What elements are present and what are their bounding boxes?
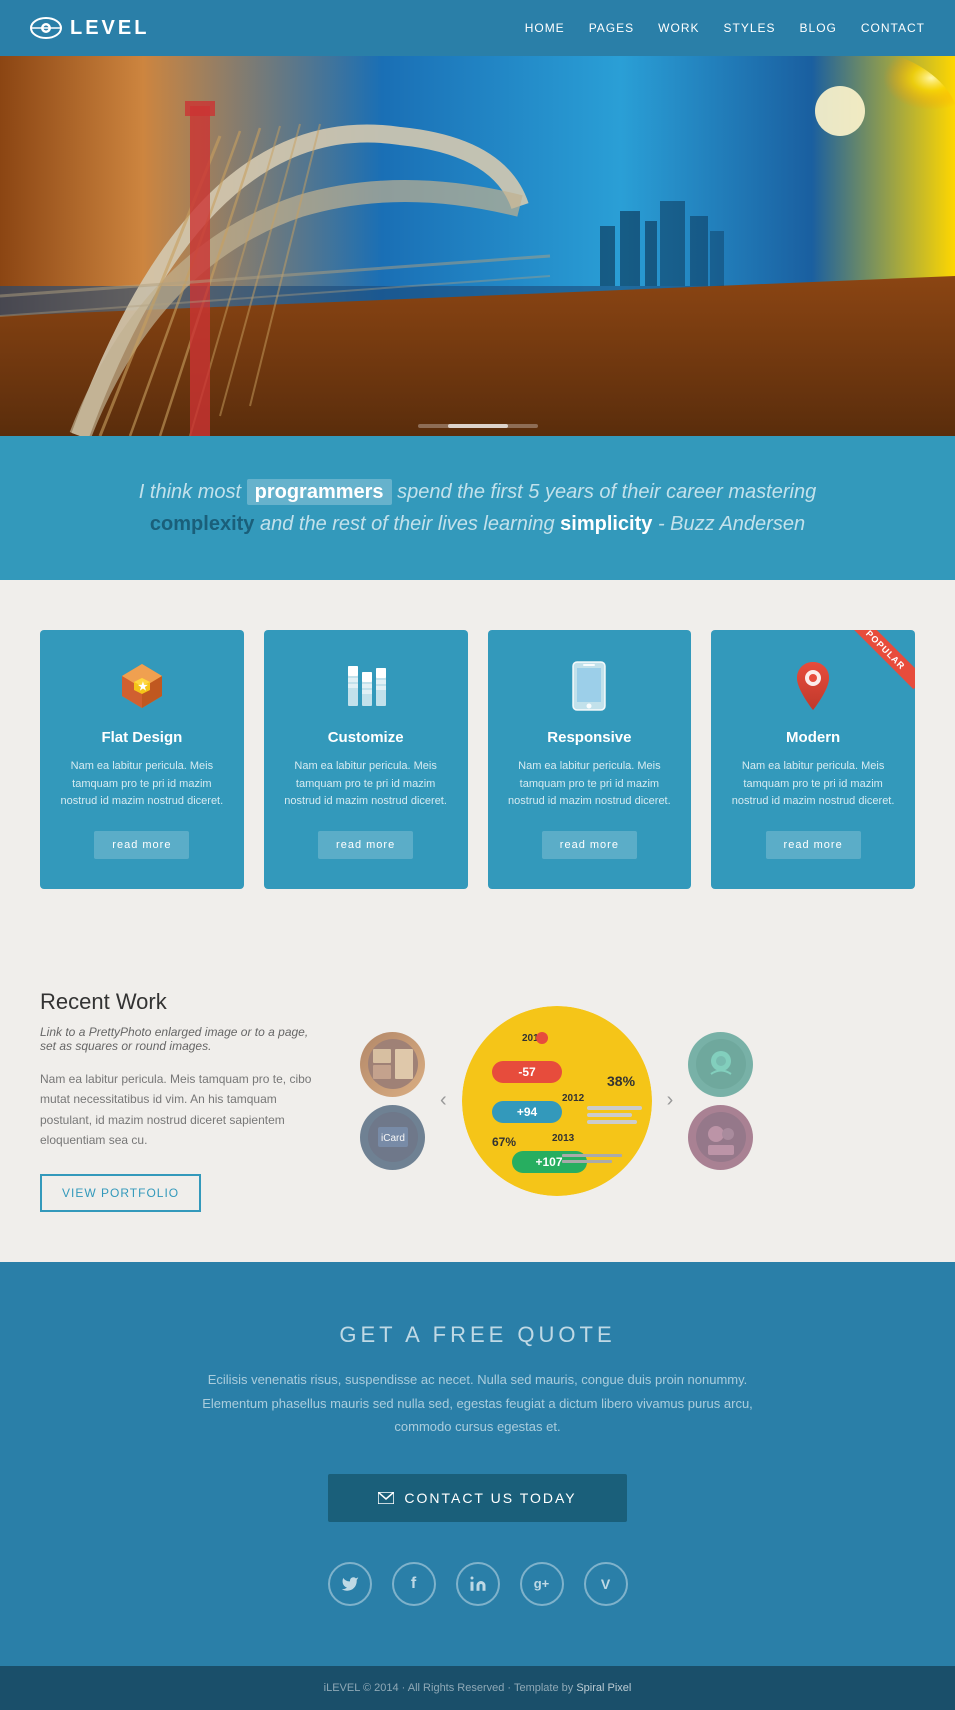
carousel-next-button[interactable]: ›	[662, 1084, 679, 1117]
feature-card-modern: Modern Nam ea labitur pericula. Meis tam…	[711, 630, 915, 889]
logo[interactable]: LEVEL	[30, 17, 149, 40]
footer: iLEVEL © 2014 · All Rights Reserved · Te…	[0, 1666, 955, 1710]
recent-work-desc: Nam ea labitur pericula. Meis tamquam pr…	[40, 1069, 320, 1151]
recent-work-subtitle: Link to a PrettyPhoto enlarged image or …	[40, 1025, 320, 1053]
twitter-social-icon[interactable]	[328, 1562, 372, 1606]
recent-work-section: Recent Work Link to a PrettyPhoto enlarg…	[0, 939, 955, 1263]
carousel-prev-button[interactable]: ‹	[435, 1084, 452, 1117]
nav-home[interactable]: HOME	[525, 21, 565, 35]
carousel-thumb-1[interactable]	[360, 1032, 425, 1097]
social-icons: f g+ V	[80, 1562, 875, 1606]
modern-read-more[interactable]: read more	[766, 831, 861, 859]
quote-text: I think most programmers spend the first…	[60, 476, 895, 540]
footer-author-link[interactable]: Spiral Pixel	[576, 1682, 631, 1694]
contact-us-today-button[interactable]: CONTACT US TODAY	[328, 1474, 626, 1522]
contact-btn-label: CONTACT US TODAY	[404, 1490, 576, 1506]
modern-desc: Nam ea labitur pericula. Meis tamquam pr…	[731, 758, 895, 811]
svg-text:2013: 2013	[552, 1133, 575, 1144]
customize-icon	[284, 660, 448, 717]
vimeo-social-icon[interactable]: V	[584, 1562, 628, 1606]
main-nav: HOME PAGES WORK STYLES BLOG CONTACT	[525, 21, 925, 35]
carousel-thumb-2[interactable]: iCard	[360, 1105, 425, 1170]
responsive-desc: Nam ea labitur pericula. Meis tamquam pr…	[508, 758, 672, 811]
customize-desc: Nam ea labitur pericula. Meis tamquam pr…	[284, 758, 448, 811]
free-quote-title: GET A FREE QUOTE	[80, 1322, 875, 1348]
quote-simplicity: simplicity	[560, 513, 652, 535]
flat-design-icon: ★	[60, 660, 224, 717]
responsive-title: Responsive	[508, 729, 672, 746]
quote-section: I think most programmers spend the first…	[0, 436, 955, 580]
hero-image	[0, 56, 955, 436]
customize-read-more[interactable]: read more	[318, 831, 413, 859]
responsive-read-more[interactable]: read more	[542, 831, 637, 859]
quote-middle: spend the first 5 years of their career …	[397, 481, 816, 503]
modern-title: Modern	[731, 729, 895, 746]
bridge-decoration	[0, 56, 955, 436]
recent-work-text: Recent Work Link to a PrettyPhoto enlarg…	[40, 989, 320, 1213]
quote-before: I think most	[139, 481, 247, 503]
svg-text:-57: -57	[518, 1065, 536, 1079]
quote-author: - Buzz Andersen	[658, 513, 805, 535]
facebook-social-icon[interactable]: f	[392, 1562, 436, 1606]
svg-text:iCard: iCard	[381, 1133, 405, 1144]
recent-work-title: Recent Work	[40, 989, 320, 1015]
feature-card-flat-design: ★ Flat Design Nam ea labitur pericula. M…	[40, 630, 244, 889]
svg-text:2012: 2012	[562, 1093, 585, 1104]
hero-section	[0, 56, 955, 436]
svg-text:+94: +94	[516, 1105, 537, 1119]
responsive-icon	[508, 660, 672, 717]
flat-design-desc: Nam ea labitur pericula. Meis tamquam pr…	[60, 758, 224, 811]
hero-scrollbar	[418, 424, 538, 428]
svg-text:★: ★	[138, 681, 148, 693]
nav-pages[interactable]: PAGES	[589, 21, 634, 35]
svg-text:38%: 38%	[607, 1073, 636, 1089]
customize-title: Customize	[284, 729, 448, 746]
carousel-main-item[interactable]: 2011 -57 38% 2012 +94 67% 2013 +107	[462, 1006, 652, 1196]
nav-blog[interactable]: BLOG	[800, 21, 837, 35]
quote-highlight: programmers	[247, 479, 392, 505]
logo-eye-icon	[30, 17, 62, 39]
free-quote-desc: Ecilisis venenatis risus, suspendisse ac…	[178, 1368, 778, 1438]
nav-contact[interactable]: CONTACT	[861, 21, 925, 35]
hero-scrollbar-thumb	[448, 424, 508, 428]
feature-card-customize: Customize Nam ea labitur pericula. Meis …	[264, 630, 468, 889]
portfolio-carousel: iCard ‹ 2011 -57	[360, 989, 915, 1213]
envelope-icon	[378, 1492, 394, 1504]
footer-text: iLEVEL © 2014 · All Rights Reserved · Te…	[324, 1682, 577, 1694]
carousel-thumb-3[interactable]	[688, 1032, 753, 1097]
flat-design-title: Flat Design	[60, 729, 224, 746]
features-grid: ★ Flat Design Nam ea labitur pericula. M…	[40, 630, 915, 889]
nav-styles[interactable]: STYLES	[724, 21, 776, 35]
carousel-thumb-4[interactable]	[688, 1105, 753, 1170]
nav-work[interactable]: WORK	[658, 21, 699, 35]
feature-card-responsive: Responsive Nam ea labitur pericula. Meis…	[488, 630, 692, 889]
logo-text: LEVEL	[70, 17, 149, 40]
header: LEVEL HOME PAGES WORK STYLES BLOG CONTAC…	[0, 0, 955, 56]
quote-complexity: complexity	[150, 513, 254, 535]
view-portfolio-button[interactable]: VIEW PORTFOLIO	[40, 1174, 201, 1212]
features-section: ★ Flat Design Nam ea labitur pericula. M…	[0, 580, 955, 939]
linkedin-social-icon[interactable]	[456, 1562, 500, 1606]
google-plus-social-icon[interactable]: g+	[520, 1562, 564, 1606]
svg-text:67%: 67%	[492, 1135, 516, 1149]
svg-text:+107: +107	[535, 1155, 562, 1169]
modern-icon	[731, 660, 895, 717]
quote-after-complexity: and the rest of their lives learning	[260, 513, 560, 535]
free-quote-section: GET A FREE QUOTE Ecilisis venenatis risu…	[0, 1262, 955, 1665]
flat-design-read-more[interactable]: read more	[94, 831, 189, 859]
